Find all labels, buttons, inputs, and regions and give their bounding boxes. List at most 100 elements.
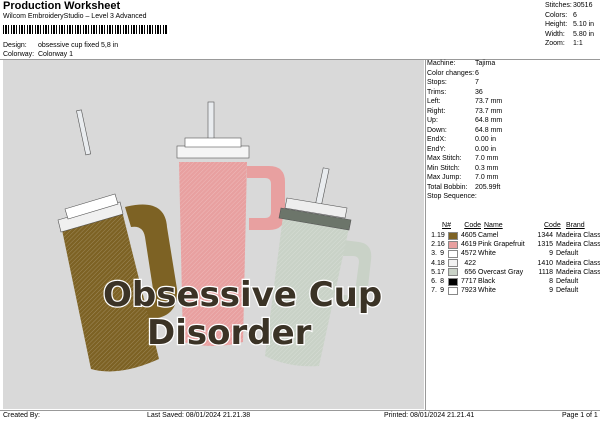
row-code: 422 — [464, 259, 476, 267]
info-label: Min Stitch: — [427, 164, 460, 172]
sequence-row: 7. 9 7923 White 9 Default — [427, 286, 600, 295]
sequence-row: 2. 16 4619 Pink Grapefruit 1315 Madeira Class… — [427, 240, 600, 249]
row-code: 7923 — [461, 287, 477, 295]
sequence-row: 6. 8 7717 Black 8 Default — [427, 277, 600, 286]
info-label: Machine: — [427, 60, 456, 67]
info-label: EndY: — [427, 145, 446, 153]
row-code2: 1410 — [537, 259, 553, 267]
stat-value: 1:1 — [573, 40, 583, 47]
row-code2: 8 — [549, 278, 553, 286]
row-index: 6. — [431, 278, 437, 286]
stat-label: Stitches: — [545, 2, 572, 9]
row-brand: Default — [556, 287, 579, 295]
stat-value: 5.80 in — [573, 30, 595, 38]
row-stop: 17 — [437, 268, 445, 276]
row-name: White — [478, 250, 496, 258]
info-value: 6 — [475, 69, 479, 77]
info-label: Trims: — [427, 88, 447, 96]
row-name: Camel — [478, 232, 499, 240]
info-row: Color changes: 6 — [427, 70, 599, 80]
software-name: Wilcom EmbroideryStudio – Level 3 Advanc… — [3, 13, 147, 20]
stat-row: Zoom: 1:1 — [545, 40, 594, 50]
sequence-header: N# Code Name Code Brand — [427, 222, 585, 229]
row-brand: Madeira Classic 40 — [556, 268, 600, 276]
stat-label: Height: — [545, 21, 568, 28]
info-value: 36 — [475, 88, 483, 96]
info-label: Total Bobbin: — [427, 183, 468, 191]
col-n: N# — [442, 222, 451, 229]
info-row: Left: 73.7 mm — [427, 98, 599, 108]
printed-date: Printed: 08/01/2024 21.21.41 — [384, 412, 475, 419]
footer-divider — [0, 410, 600, 411]
info-value: 0.00 in — [475, 136, 497, 143]
info-value: 64.8 mm — [475, 117, 503, 124]
info-value: 0.3 mm — [475, 164, 499, 172]
stat-row: Stitches: 30516 — [545, 2, 594, 12]
info-row: Down: 64.8 mm — [427, 127, 599, 137]
stat-label: Colors: — [545, 11, 568, 19]
row-stop: 16 — [437, 241, 445, 249]
row-stop: 9 — [440, 250, 444, 258]
stat-label: Zoom: — [545, 40, 565, 47]
row-code: 4619 — [461, 241, 477, 249]
info-value: 7.0 mm — [475, 155, 499, 162]
sequence-row: 4.18 422 1410Madeira Classic 40 — [427, 259, 600, 268]
row-index: 5. — [431, 268, 437, 276]
info-label: Color changes: — [427, 69, 475, 77]
row-brand: Default — [556, 250, 579, 258]
row-code2: 1344 — [537, 232, 553, 240]
info-label: Down: — [427, 126, 447, 134]
stat-label: Width: — [545, 30, 565, 38]
info-label: Stops: — [427, 79, 447, 86]
info-row: EndY: 0.00 in — [427, 146, 599, 156]
panel-divider — [425, 59, 426, 410]
row-name: White — [478, 287, 496, 295]
col-brand: Brand — [566, 222, 585, 229]
embroidery-design: Obsessive Cup Disorder — [57, 101, 383, 372]
col-name: Name — [484, 222, 503, 229]
design-value: obsessive cup fixed 5,8 in — [38, 42, 119, 49]
row-index: 2. — [431, 241, 437, 249]
info-label: Max Jump: — [427, 174, 462, 181]
info-label: Up: — [427, 117, 438, 124]
info-row: Total Bobbin: 205.99ft — [427, 184, 599, 194]
row-stop: 9 — [440, 287, 444, 295]
design-text-line1: Obsessive Cup — [103, 275, 382, 315]
row-name: Black — [478, 278, 496, 286]
row-code2: 9 — [549, 250, 553, 258]
info-value: 73.7 mm — [475, 107, 503, 115]
sequence-row: 5.17 656Overcast Gray 1118Madeira Classic … — [427, 268, 600, 277]
row-brand: Default — [556, 278, 579, 286]
row-code2: 1118 — [538, 268, 553, 276]
row-index: 3. — [431, 250, 437, 258]
info-label: Right: — [427, 107, 446, 115]
info-value: 0.00 in — [475, 145, 497, 153]
color-swatch — [448, 268, 458, 277]
info-row: Max Jump: 7.0 mm — [427, 174, 599, 184]
info-value: Tajima — [475, 60, 496, 67]
design-label: Design: — [3, 42, 27, 49]
info-value: 64.8 mm — [475, 126, 503, 134]
row-code2: 1315 — [537, 241, 553, 249]
stat-row: Width: 5.80 in — [545, 31, 594, 41]
row-stop: 18 — [437, 259, 445, 267]
info-value: 7 — [475, 79, 479, 86]
info-row: Machine: Tajima — [427, 60, 599, 70]
row-stop: 19 — [437, 232, 445, 240]
info-row: Up: 64.8 mm — [427, 117, 599, 127]
design-text-line2: Disorder — [147, 313, 312, 353]
row-brand: Madeira Classic 40 — [556, 259, 600, 267]
info-row: Max Stitch: 7.0 mm — [427, 155, 599, 165]
stat-row: Height: 5.10 in — [545, 21, 594, 31]
info-value: 7.0 mm — [475, 174, 499, 181]
stop-sequence-title: Stop Sequence: — [427, 193, 477, 200]
row-code: 656 — [464, 268, 476, 276]
info-label: EndX: — [427, 136, 447, 143]
row-name: Overcast Gray — [478, 268, 524, 276]
created-by: Created By: — [3, 412, 40, 419]
row-index: 7. — [431, 287, 437, 295]
sequence-row: 3. 9 4572 White 9 Default — [427, 249, 600, 258]
row-name: Pink Grapefruit — [478, 241, 525, 249]
row-code: 4605 — [461, 232, 477, 240]
color-swatch — [448, 240, 458, 249]
